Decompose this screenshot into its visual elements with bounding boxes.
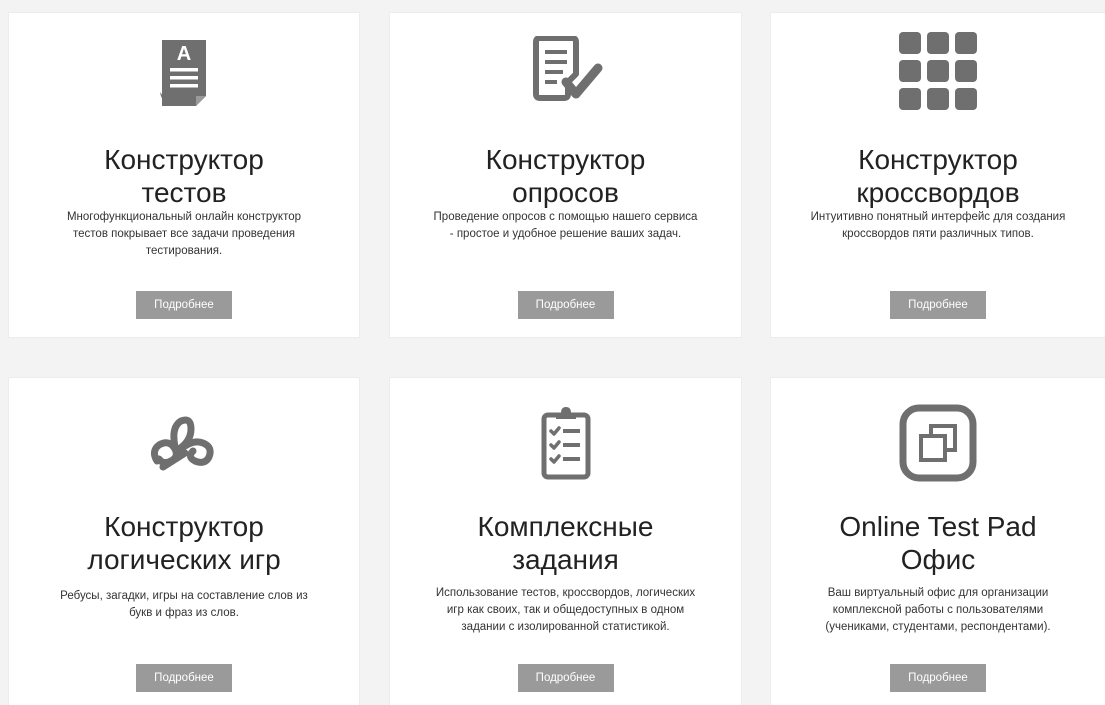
card-description: Ваш виртуальный офис для организации ком… (771, 585, 1105, 636)
card-title-line: тестов (141, 177, 227, 208)
card-logic-games-constructor: Конструктор логических игр Ребусы, загад… (8, 377, 360, 705)
card-title-line: Конструктор (485, 144, 646, 175)
card-title: Конструктор тестов (9, 143, 359, 209)
card-title-line: Конструктор (858, 144, 1018, 175)
description-line: букв и фраз из слов. (129, 607, 239, 619)
clipboard-checklist-icon (390, 403, 741, 483)
more-button[interactable]: Подробнее (517, 291, 614, 319)
card-description: Проведение опросов с помощью нашего серв… (390, 209, 741, 243)
more-button[interactable]: Подробнее (136, 664, 232, 692)
card-tests-constructor: A Конструктор тестов Многофункциональный… (8, 12, 360, 338)
card-title-line: опросов (512, 177, 619, 208)
card-title-line: Комплексные (477, 511, 654, 542)
card-title-line: Конструктор (104, 144, 264, 175)
card-online-test-pad-office: Online Test Pad Офис Ваш виртуальный офи… (770, 377, 1105, 705)
survey-check-icon (390, 31, 741, 111)
svg-text:A: A (177, 43, 191, 65)
description-line: Ваш виртуальный офис для организации (827, 587, 1049, 599)
logic-games-icon (9, 403, 359, 483)
description-line: кроссвордов пяти различных типов. (842, 228, 1034, 240)
description-line: (учениками, студентами, респондентами). (825, 621, 1051, 633)
services-page: A Конструктор тестов Многофункциональный… (0, 0, 1105, 705)
card-title-line: логических игр (87, 544, 281, 575)
description-line: Многофункциональный онлайн конструктор (66, 211, 302, 223)
card-title-line: Офис (900, 544, 976, 575)
card-surveys-constructor: Конструктор опросов Проведение опросов с… (389, 12, 742, 338)
description-line: - простое и удобное решение ваших задач. (449, 228, 682, 240)
card-complex-tasks: Комплексные задания Использование тестов… (389, 377, 742, 705)
description-line: игр как своих, так и общедоступных в одн… (446, 604, 685, 616)
card-description: Использование тестов, кроссвордов, логич… (390, 585, 741, 636)
card-title: Комплексные задания (390, 510, 741, 576)
more-button[interactable]: Подробнее (890, 291, 986, 319)
card-title: Конструктор кроссвордов (771, 143, 1105, 209)
description-line: Проведение опросов с помощью нашего серв… (433, 211, 698, 223)
card-crosswords-constructor: Конструктор кроссвордов Интуитивно понят… (770, 12, 1105, 338)
card-description: Многофункциональный онлайн конструктор т… (9, 209, 359, 260)
card-description: Ребусы, загадки, игры на составление сло… (9, 588, 359, 622)
card-title-line: задания (512, 544, 619, 575)
more-button[interactable]: Подробнее (136, 291, 232, 319)
crossword-grid-icon (771, 31, 1105, 111)
card-title: Конструктор логических игр (9, 510, 359, 576)
description-line: комплексной работы с пользователями (832, 604, 1044, 616)
more-button[interactable]: Подробнее (517, 664, 614, 692)
document-a-icon: A (9, 31, 359, 111)
office-windows-icon (771, 403, 1105, 483)
card-title-line: Online Test Pad (839, 511, 1037, 542)
description-line: тестов покрывает все задачи проведения (73, 228, 295, 240)
card-title-line: Конструктор (104, 511, 264, 542)
card-title: Online Test Pad Офис (771, 510, 1105, 576)
more-button[interactable]: Подробнее (890, 664, 986, 692)
description-line: Ребусы, загадки, игры на составление сло… (60, 590, 308, 602)
card-title: Конструктор опросов (390, 143, 741, 209)
description-line: Интуитивно понятный интерфейс для создан… (810, 211, 1066, 223)
card-description: Интуитивно понятный интерфейс для создан… (771, 209, 1105, 243)
description-line: тестирования. (145, 245, 223, 257)
card-title-line: кроссвордов (856, 177, 1020, 208)
description-line: задании с изолированной статистикой. (461, 621, 670, 633)
description-line: Использование тестов, кроссвордов, логич… (435, 587, 696, 599)
